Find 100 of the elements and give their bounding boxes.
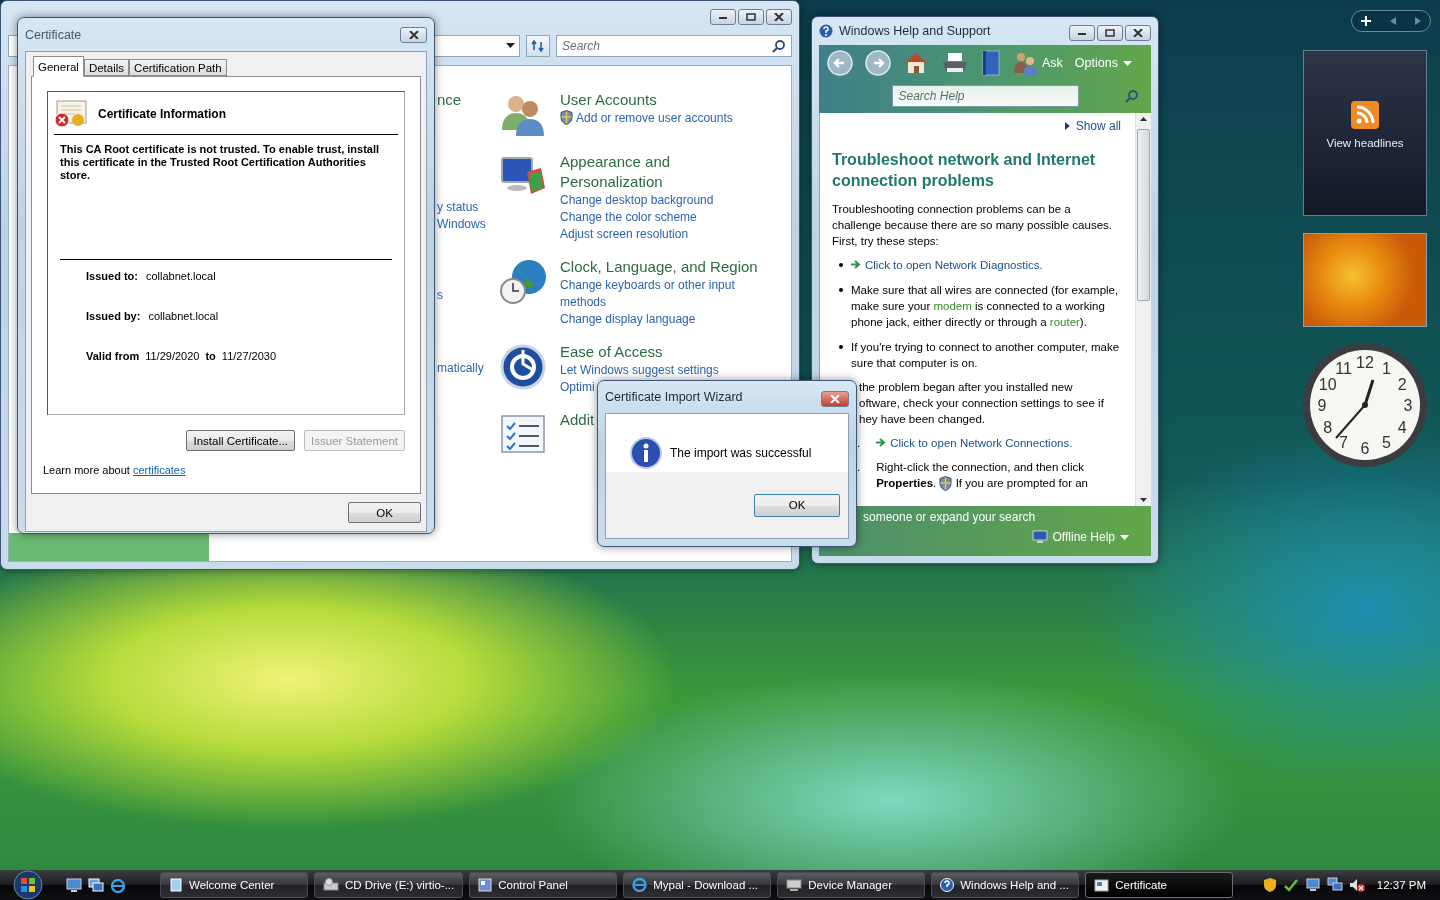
close-button[interactable] — [766, 9, 792, 25]
tab[interactable]: Certification Path — [129, 59, 227, 76]
scroll-down-icon[interactable] — [1140, 498, 1147, 502]
category-title[interactable]: Ease of Access — [560, 342, 770, 362]
computer-icon — [786, 878, 803, 892]
category-link[interactable]: matically — [437, 360, 499, 377]
field-value: collabnet.local — [148, 310, 219, 322]
glossary-link[interactable]: router — [1049, 316, 1080, 328]
muted-speaker-icon[interactable] — [1348, 877, 1365, 893]
help-text: Make sure that all wires are connected (for example, make sure your modem is connected to a working phone jack, either directly or through a router). — [851, 283, 1120, 330]
tab[interactable]: General — [33, 56, 84, 77]
search-field[interactable]: Search — [556, 35, 792, 57]
taskbar-button[interactable]: CD Drive (E:) virtio-... — [314, 872, 464, 898]
field-value: 11/27/2030 — [221, 350, 277, 362]
minimize-icon — [1077, 30, 1087, 36]
taskbar-button[interactable]: Certificate — [1085, 872, 1234, 898]
taskbar-button[interactable]: Device Manager — [777, 872, 926, 898]
certificate-icon — [1094, 878, 1110, 892]
help-icon — [940, 878, 955, 892]
scrollbar[interactable] — [1135, 113, 1151, 506]
shield-icon[interactable] — [1262, 877, 1277, 893]
glossary-link[interactable]: modem — [933, 300, 972, 312]
info-icon — [630, 437, 662, 469]
category-link[interactable]: Adjust screen resolution — [560, 226, 770, 243]
ok-button[interactable]: OK — [348, 502, 421, 523]
browser-icon[interactable] — [110, 877, 126, 893]
category-link[interactable]: Change display language — [560, 311, 770, 328]
minimize-button[interactable] — [1069, 25, 1095, 41]
shield-icon — [939, 476, 953, 492]
category-link[interactable]: s — [437, 287, 499, 304]
next-icon[interactable] — [1414, 17, 1421, 25]
clock-time[interactable]: 12:37 PM — [1376, 879, 1426, 891]
close-button[interactable] — [1125, 25, 1151, 41]
rss-icon — [1351, 101, 1379, 129]
help-text: Right-click the connection, and then click Properties. If you are prompted for an — [876, 459, 1121, 492]
scroll-up-icon[interactable] — [1140, 117, 1147, 121]
window-title: Certificate Import Wizard — [605, 390, 744, 404]
search-icon[interactable] — [772, 39, 786, 53]
taskbar-button[interactable]: Welcome Center — [160, 872, 308, 898]
forward-icon[interactable] — [865, 50, 891, 76]
book-icon[interactable] — [981, 50, 1001, 76]
gadget-label: View headlines — [1326, 137, 1404, 149]
back-icon[interactable] — [827, 50, 853, 76]
previous-icon[interactable] — [1390, 17, 1396, 25]
taskbar-button[interactable]: Mypal - Download ... — [623, 872, 772, 898]
monitors-icon[interactable] — [1326, 877, 1343, 893]
help-text: Learn more about certificates — [43, 464, 187, 476]
bullet-icon — [839, 288, 843, 292]
add-icon[interactable] — [1361, 16, 1372, 26]
category-link[interactable]: Change the color scheme — [560, 209, 770, 226]
close-button[interactable] — [821, 391, 849, 407]
home-icon[interactable] — [903, 51, 929, 75]
category-link[interactable]: Change desktop background — [560, 192, 770, 209]
help-link[interactable]: Click to open Network Connections. — [876, 435, 1073, 451]
minimize-icon — [718, 14, 728, 20]
taskbar-button[interactable]: Control Panel — [469, 872, 618, 898]
dialog-button[interactable]: Install Certificate... — [186, 430, 296, 451]
category-link[interactable]: Windows — [437, 216, 499, 233]
category-link[interactable]: Add or remove user accounts — [560, 110, 770, 127]
minimize-button[interactable] — [710, 9, 736, 25]
feed-gadget[interactable]: View headlines — [1303, 50, 1427, 216]
field-label: Valid from — [86, 350, 140, 362]
help-text: Troubleshooting connection problems can be a challenge because there are so many possible causes. First, try these steps: — [832, 202, 1113, 249]
caret-icon[interactable] — [506, 43, 515, 49]
refresh-button[interactable] — [526, 35, 550, 57]
check-icon[interactable] — [1282, 877, 1299, 893]
window-title: Windows Help and Support — [839, 24, 992, 38]
taskbar-button[interactable]: Windows Help and ... — [931, 872, 1080, 898]
category-link[interactable]: y status — [437, 199, 499, 216]
control-panel-icon — [478, 878, 493, 892]
window-icon — [169, 878, 183, 892]
category-link[interactable]: Let Windows suggest settings — [560, 362, 770, 379]
tab[interactable]: Details — [83, 59, 130, 76]
bullet-icon — [839, 345, 843, 349]
help-link[interactable]: Click to open Network Diagnostics. — [851, 257, 1043, 273]
show-all-link[interactable]: Show all — [1064, 119, 1121, 133]
maximize-button[interactable] — [1097, 25, 1123, 41]
search-field[interactable]: Search Help — [891, 85, 1079, 107]
shield-icon — [560, 110, 573, 125]
desktop-icon[interactable] — [66, 877, 82, 892]
switch-windows-icon[interactable] — [88, 877, 104, 892]
certificates-link[interactable]: certificates — [132, 464, 186, 476]
category-title[interactable]: Clock, Language, and Region — [560, 257, 770, 277]
article-heading: Troubleshoot network and Internet connection problems — [832, 150, 1097, 191]
printer-icon[interactable] — [941, 51, 969, 75]
close-button[interactable] — [400, 27, 427, 43]
maximize-button[interactable] — [738, 9, 764, 25]
arrow-icon — [876, 438, 887, 447]
category-title[interactable]: User Accounts — [560, 90, 770, 110]
close-icon — [830, 395, 840, 403]
network-icon[interactable] — [1304, 877, 1321, 893]
people-icon — [1013, 51, 1037, 75]
category-title[interactable]: Appearance and Personalization — [560, 152, 770, 192]
window-title: Certificate — [25, 27, 83, 42]
category-link[interactable]: Change keyboards or other input methods — [560, 277, 770, 311]
browser-icon — [632, 878, 648, 892]
trust-message: This CA Root certificate is not trusted. To enable trust, install this certificate in the Trusted Root Certification Authorities store. — [60, 143, 392, 260]
step-number: . — [857, 436, 861, 451]
close-icon — [408, 31, 419, 39]
ok-button[interactable]: OK — [754, 493, 840, 517]
